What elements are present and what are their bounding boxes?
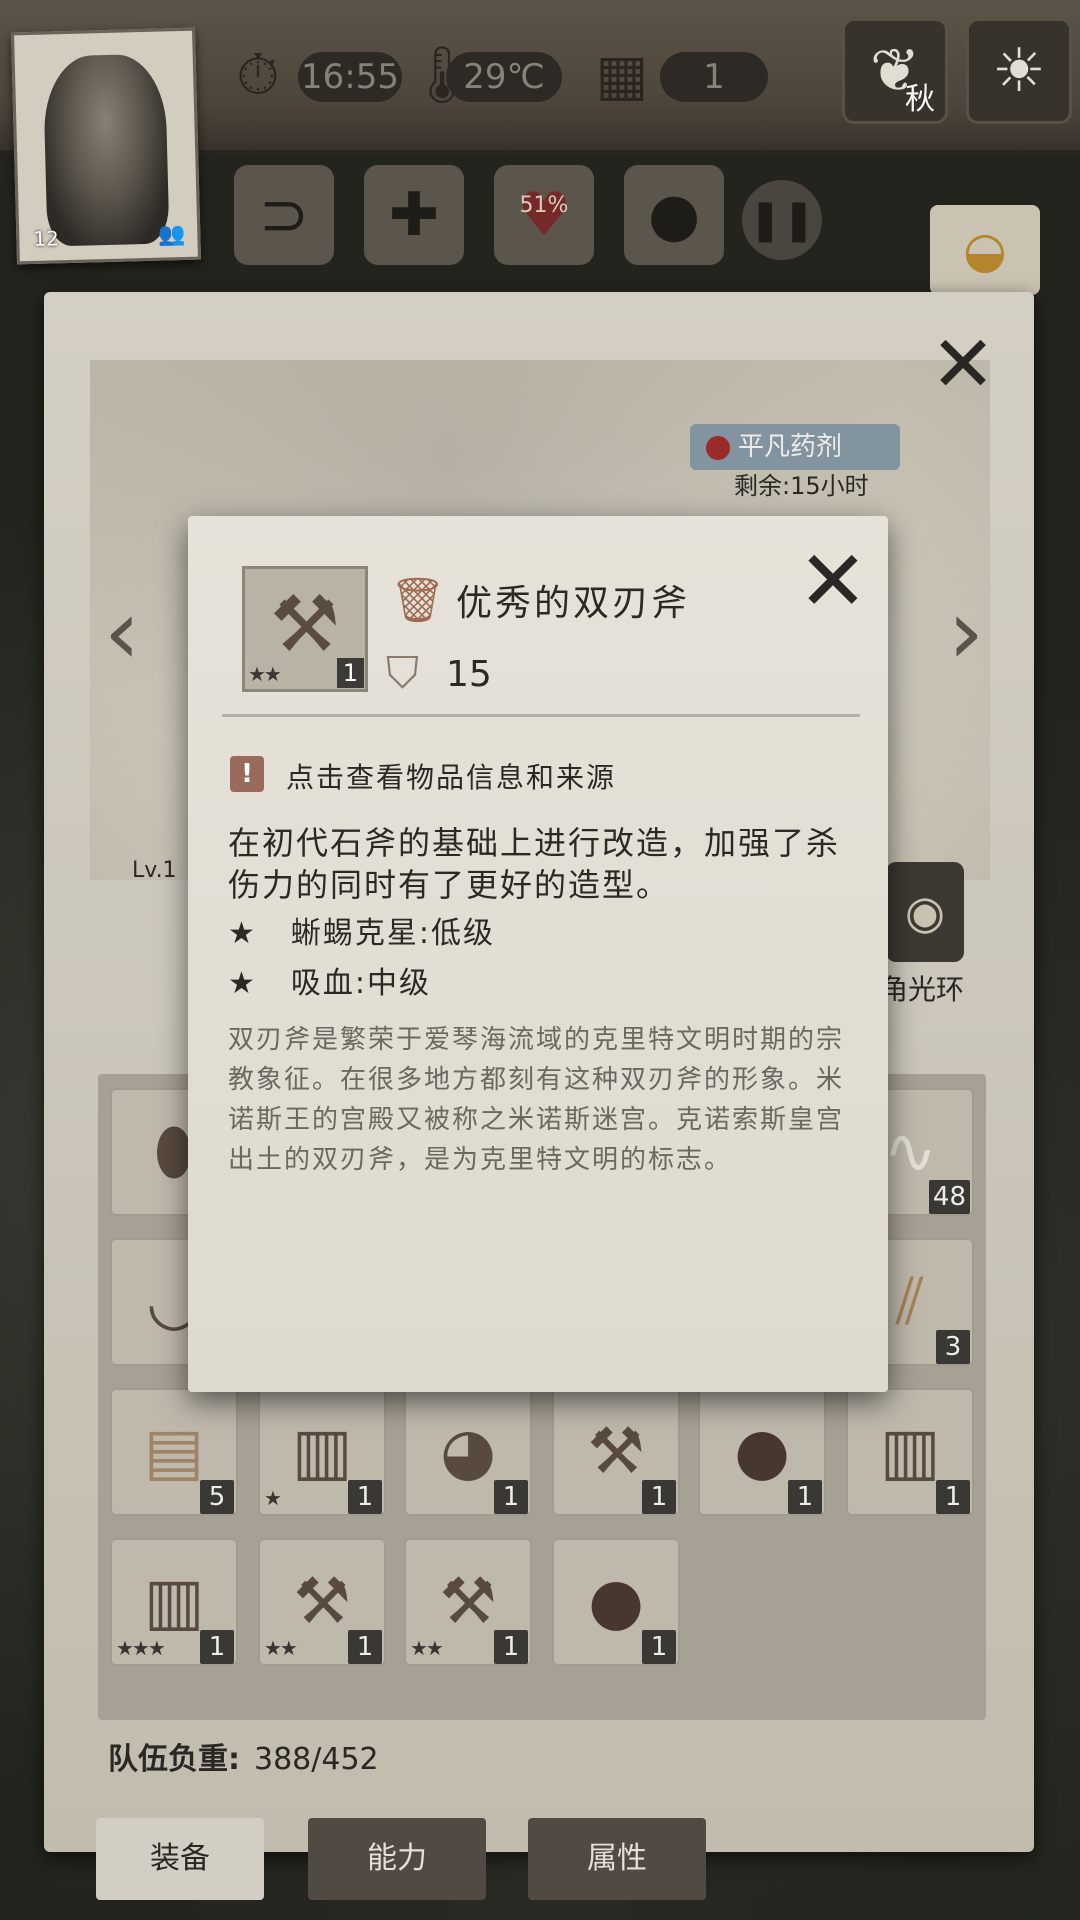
- trash-icon[interactable]: 🗑: [390, 574, 446, 626]
- item-quantity: 1: [336, 658, 364, 688]
- item-trait: ★ 蜥蜴克星:低级: [228, 908, 495, 952]
- item-description: 在初代石斧的基础上进行改造，加强了杀伤力的同时有了更好的造型。: [228, 824, 841, 904]
- trait-text: 蜥蜴克星:低级: [290, 916, 496, 951]
- item-info-link[interactable]: 点击查看物品信息和来源: [286, 756, 616, 796]
- item-stars: ★★: [248, 662, 282, 686]
- weight-bag-icon: ⛉: [386, 648, 419, 699]
- trait-text: 吸血:中级: [290, 966, 432, 1001]
- item-trait: ★ 吸血:中级: [228, 958, 431, 1002]
- item-lore: 双刃斧是繁荣于爱琴海流域的克里特文明时期的宗教象征。在很多地方都刻有这种双刃斧的…: [228, 1025, 845, 1175]
- item-weight: 15: [446, 654, 492, 695]
- popup-divider: [222, 714, 860, 717]
- star-icon: ★: [228, 966, 257, 1001]
- item-name: 优秀的双刃斧: [456, 583, 691, 624]
- info-alert-icon[interactable]: !: [230, 756, 264, 792]
- item-thumbnail: ⚒ ★★ 1: [242, 566, 368, 692]
- star-icon: ★: [228, 916, 257, 951]
- popup-close-icon[interactable]: ✕: [796, 539, 870, 623]
